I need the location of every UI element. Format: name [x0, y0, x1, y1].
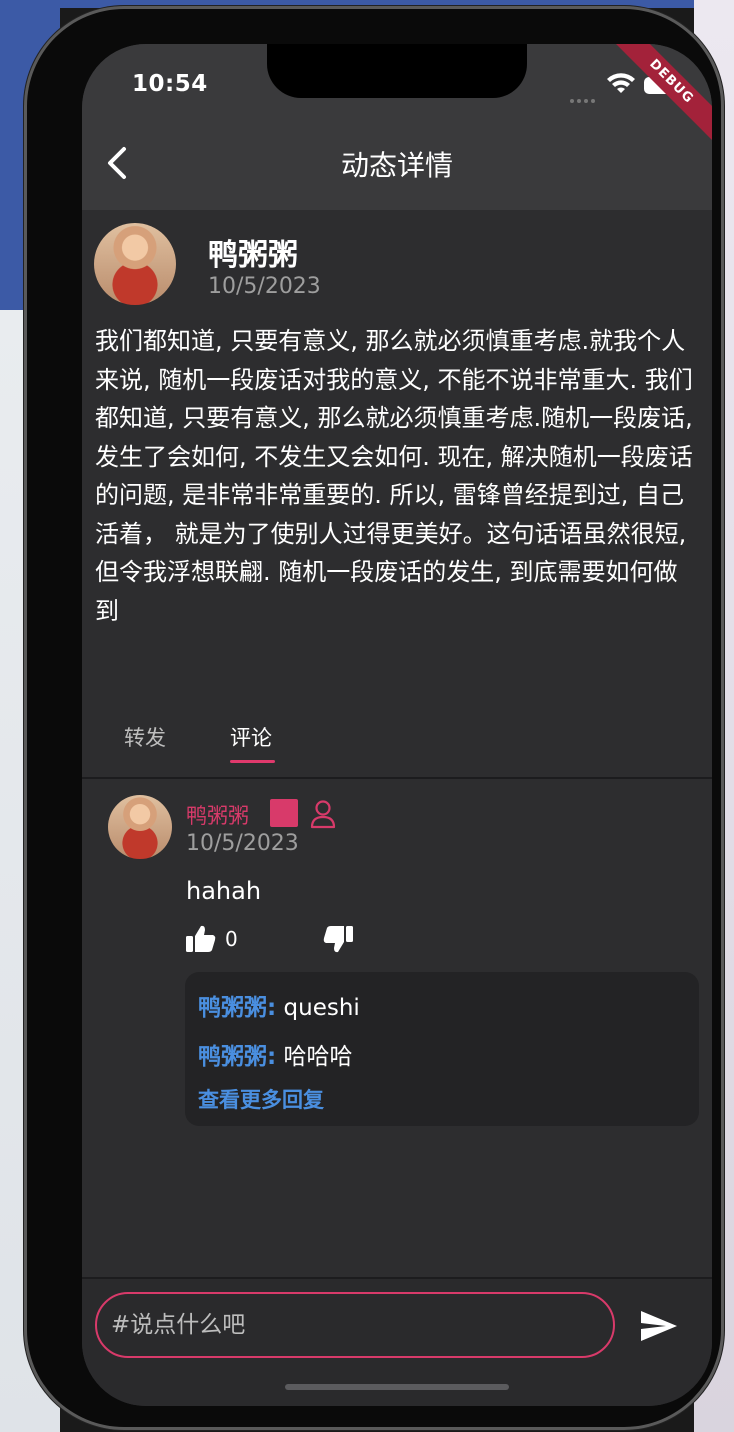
status-time: 10:54	[132, 71, 208, 97]
home-indicator	[285, 1384, 509, 1390]
cellular-signal-icon	[570, 88, 598, 107]
reply-author[interactable]: 鸭粥粥:	[198, 1044, 276, 1070]
tab-comments[interactable]: 评论	[230, 722, 272, 752]
app-screen: 10:54 DEBUG 动态详情 鸭粥粥 10/5/2023 我们都知道, 只要…	[82, 44, 712, 1406]
commenter-name[interactable]: 鸭粥粥	[186, 800, 249, 830]
vip-badge	[270, 799, 298, 827]
page-title: 动态详情	[340, 149, 453, 182]
thumbs-down-icon[interactable]	[322, 924, 354, 954]
tabs-divider	[82, 777, 712, 779]
post-body: 我们都知道, 只要有意义, 那么就必须慎重考虑.就我个人来说, 随机一段废话对我…	[95, 327, 693, 625]
send-icon[interactable]	[640, 1310, 678, 1342]
author-avatar[interactable]	[94, 223, 176, 305]
comment-date: 10/5/2023	[186, 831, 299, 856]
app-bar: 10:54 DEBUG 动态详情	[82, 44, 712, 210]
reply-text: 哈哈哈	[276, 1044, 353, 1070]
thumbs-up-icon[interactable]	[185, 924, 217, 954]
view-more-replies-link[interactable]: 查看更多回复	[198, 1084, 324, 1114]
commenter-avatar[interactable]	[108, 795, 172, 859]
user-icon	[310, 800, 336, 829]
tab-forward[interactable]: 转发	[124, 722, 166, 752]
comment-text: hahah	[186, 877, 262, 905]
wifi-icon	[607, 73, 635, 93]
comment-input[interactable]	[95, 1292, 615, 1358]
notch	[267, 44, 527, 98]
post-date: 10/5/2023	[208, 274, 321, 299]
reply-item: 鸭粥粥: queshi	[198, 988, 360, 1022]
author-name[interactable]: 鸭粥粥	[208, 230, 298, 274]
reply-author[interactable]: 鸭粥粥:	[198, 995, 276, 1021]
comment-input-bar	[82, 1279, 712, 1406]
reply-box: 鸭粥粥: queshi 鸭粥粥: 哈哈哈 查看更多回复	[185, 972, 699, 1126]
active-tab-indicator	[230, 760, 275, 763]
like-count: 0	[225, 927, 238, 951]
reply-item: 鸭粥粥: 哈哈哈	[198, 1037, 353, 1071]
phone-frame: 10:54 DEBUG 动态详情 鸭粥粥 10/5/2023 我们都知道, 只要…	[24, 6, 724, 1430]
reply-text: queshi	[276, 995, 360, 1021]
